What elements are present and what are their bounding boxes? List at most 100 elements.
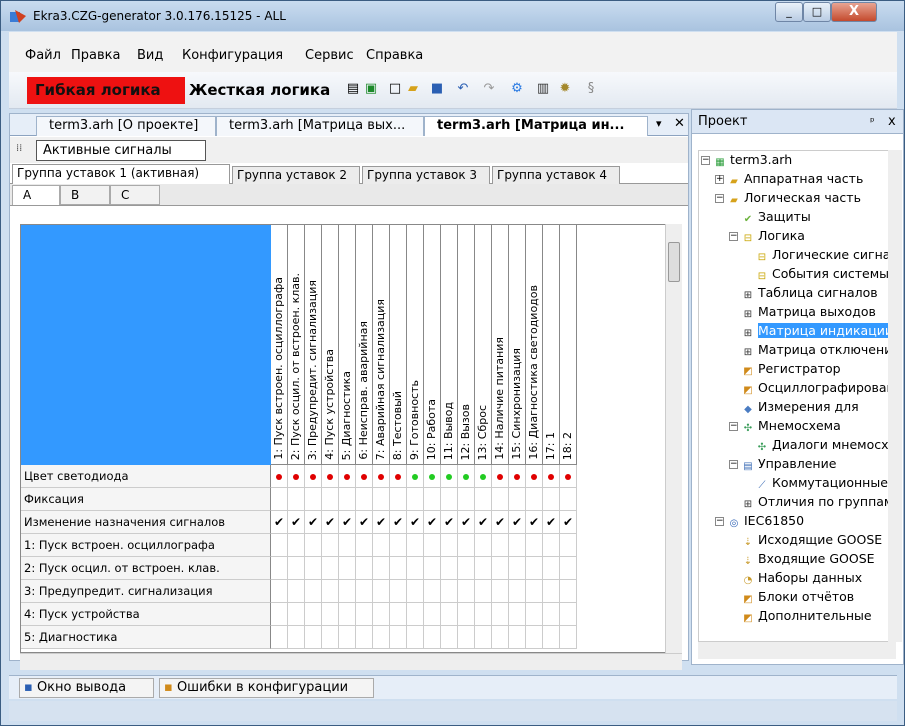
- matrix-cell[interactable]: [356, 603, 373, 626]
- matrix-cell[interactable]: [441, 603, 458, 626]
- matrix-cell[interactable]: ✔: [475, 511, 492, 534]
- column-header[interactable]: 18: 2: [560, 225, 577, 465]
- matrix-cell[interactable]: ✔: [543, 511, 560, 534]
- tree-item[interactable]: ✣ Мнемосхема: [741, 417, 841, 435]
- tree-item[interactable]: ◆ Измерения для: [741, 398, 859, 416]
- matrix-cell[interactable]: [390, 557, 407, 580]
- menu-edit[interactable]: Правка: [71, 48, 120, 63]
- menu-help[interactable]: Справка: [366, 48, 423, 63]
- matrix-cell[interactable]: [441, 626, 458, 649]
- tree-expander[interactable]: −: [729, 460, 738, 469]
- matrix-cell[interactable]: ✔: [509, 511, 526, 534]
- tree-item[interactable]: ◔ Наборы данных: [741, 569, 862, 587]
- matrix-cell[interactable]: [424, 580, 441, 603]
- maximize-button[interactable]: □: [803, 2, 831, 22]
- matrix-cell[interactable]: [492, 557, 509, 580]
- matrix-cell[interactable]: [305, 534, 322, 557]
- matrix-cell[interactable]: ✔: [560, 511, 577, 534]
- minimize-button[interactable]: _: [775, 2, 803, 22]
- matrix-cell[interactable]: [492, 534, 509, 557]
- tree-expander[interactable]: +: [715, 175, 724, 184]
- matrix-cell[interactable]: [441, 488, 458, 511]
- tree-item[interactable]: ◩ Блоки отчётов: [741, 588, 854, 606]
- flex-logic-button[interactable]: Гибкая логика: [27, 77, 185, 104]
- tree-vertical-scrollbar[interactable]: [888, 150, 902, 642]
- matrix-cell[interactable]: [424, 557, 441, 580]
- matrix-cell[interactable]: [271, 603, 288, 626]
- column-header[interactable]: 14: Наличие питания: [492, 225, 509, 465]
- matrix-cell[interactable]: [356, 557, 373, 580]
- tree-item[interactable]: ✔ Защиты: [741, 208, 811, 226]
- column-header[interactable]: 1: Пуск встроен. осциллографа: [271, 225, 288, 465]
- tab-group-4[interactable]: Группа уставок 4: [492, 166, 620, 184]
- column-header[interactable]: 13: Сброс: [475, 225, 492, 465]
- matrix-cell[interactable]: [322, 626, 339, 649]
- matrix-cell[interactable]: [560, 488, 577, 511]
- matrix-cell[interactable]: [390, 488, 407, 511]
- matrix-cell[interactable]: [475, 534, 492, 557]
- matrix-cell[interactable]: [458, 534, 475, 557]
- matrix-cell[interactable]: [339, 465, 356, 488]
- matrix-cell[interactable]: [492, 603, 509, 626]
- column-header[interactable]: 8: Тестовый: [390, 225, 407, 465]
- matrix-cell[interactable]: ✔: [339, 511, 356, 534]
- matrix-cell[interactable]: [543, 626, 560, 649]
- matrix-cell[interactable]: [322, 557, 339, 580]
- column-header[interactable]: 2: Пуск осцил. от встроен. клав.: [288, 225, 305, 465]
- column-header[interactable]: 12: Вызов: [458, 225, 475, 465]
- tree-expander[interactable]: −: [701, 156, 710, 165]
- matrix-cell[interactable]: [390, 603, 407, 626]
- matrix-cell[interactable]: [441, 557, 458, 580]
- matrix-cell[interactable]: [475, 580, 492, 603]
- debug-icon[interactable]: ✹: [557, 81, 573, 97]
- matrix-cell[interactable]: [492, 580, 509, 603]
- matrix-cell[interactable]: [322, 580, 339, 603]
- matrix-cell[interactable]: [373, 580, 390, 603]
- matrix-cell[interactable]: [492, 626, 509, 649]
- tree-item[interactable]: ⇣ Исходящие GOOSE: [741, 531, 882, 549]
- matrix-cell[interactable]: [458, 626, 475, 649]
- matrix-cell[interactable]: [526, 557, 543, 580]
- matrix-cell[interactable]: [560, 557, 577, 580]
- matrix-cell[interactable]: [526, 626, 543, 649]
- column-header[interactable]: 3: Предупредит. сигнализация: [305, 225, 322, 465]
- matrix-cell[interactable]: [339, 557, 356, 580]
- script-icon[interactable]: §: [583, 81, 599, 97]
- matrix-cell[interactable]: [288, 465, 305, 488]
- matrix-cell[interactable]: [475, 603, 492, 626]
- matrix-cell[interactable]: [424, 603, 441, 626]
- column-header[interactable]: 11: Вывод: [441, 225, 458, 465]
- matrix-cell[interactable]: [322, 534, 339, 557]
- tree-item[interactable]: ⊞ Отличия по группам: [741, 493, 894, 511]
- matrix-cell[interactable]: [441, 580, 458, 603]
- active-signals-button[interactable]: Активные сигналы: [36, 140, 206, 161]
- matrix-cell[interactable]: [543, 603, 560, 626]
- tree-item[interactable]: ⊟ Логика: [741, 227, 805, 245]
- matrix-cell[interactable]: [560, 465, 577, 488]
- matrix-cell[interactable]: [560, 603, 577, 626]
- column-header[interactable]: 10: Работа: [424, 225, 441, 465]
- matrix-cell[interactable]: [288, 534, 305, 557]
- matrix-cell[interactable]: [526, 580, 543, 603]
- tree-item[interactable]: ◩ Регистратор: [741, 360, 840, 378]
- matrix-cell[interactable]: [390, 580, 407, 603]
- matrix-cell[interactable]: ✔: [373, 511, 390, 534]
- matrix-cell[interactable]: ✔: [441, 511, 458, 534]
- matrix-cell[interactable]: [458, 580, 475, 603]
- matrix-cell[interactable]: [271, 465, 288, 488]
- matrix-cell[interactable]: [373, 488, 390, 511]
- matrix-cell[interactable]: [305, 465, 322, 488]
- matrix-cell[interactable]: [356, 626, 373, 649]
- tree-horizontal-scrollbar[interactable]: [698, 642, 896, 659]
- scroll-thumb[interactable]: [668, 242, 680, 282]
- matrix-cell[interactable]: ✔: [407, 511, 424, 534]
- matrix-cell[interactable]: [271, 557, 288, 580]
- tree-expander[interactable]: −: [715, 517, 724, 526]
- matrix-cell[interactable]: [509, 603, 526, 626]
- matrix-cell[interactable]: [441, 465, 458, 488]
- matrix-cell[interactable]: ✔: [322, 511, 339, 534]
- redo-icon[interactable]: ↷: [481, 81, 497, 97]
- tree-item[interactable]: ⊞ Таблица сигналов: [741, 284, 878, 302]
- matrix-cell[interactable]: [424, 488, 441, 511]
- matrix-cell[interactable]: [458, 603, 475, 626]
